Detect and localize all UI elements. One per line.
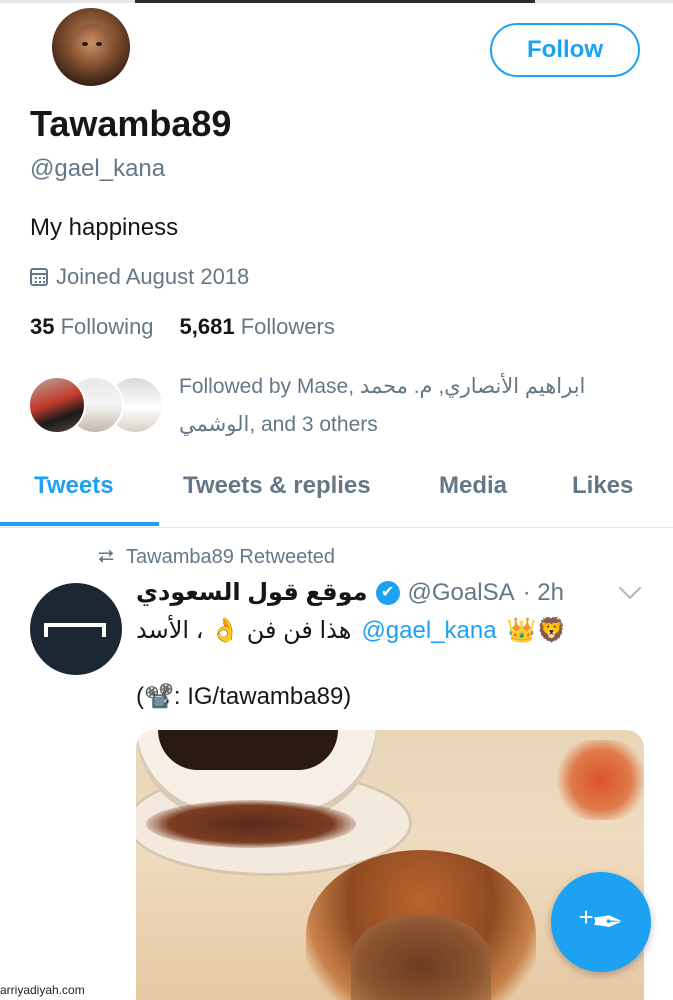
tab-likes[interactable]: Likes [572,472,633,500]
tweet-time: · 2h [522,578,564,606]
following-link[interactable]: 35 Following [30,314,154,340]
quill-icon: ✒ [591,901,624,944]
followed-by[interactable]: Followed by Mase, ابراهيم الأنصاري, م. م… [28,368,648,438]
compose-tweet-button[interactable]: + ✒ [551,872,651,972]
follow-stats: 35 Following 5,681 Followers [30,314,335,340]
active-tab-indicator [0,522,159,526]
display-name: Tawamba89 [30,103,232,144]
following-count: 35 [30,314,55,339]
followers-link[interactable]: 5,681 Followers [180,314,335,340]
watermark: arriyadiyah.com [0,983,85,997]
tweet-text-line2: (📽️: IG/tawamba89) [136,683,352,710]
tweet-author-avatar[interactable] [30,583,122,675]
header-banner [0,0,673,3]
profile-avatar[interactable] [50,6,132,88]
retweet-label: Tawamba89 Retweeted [126,546,336,568]
tab-media[interactable]: Media [439,472,507,500]
follow-button[interactable]: Follow [490,23,640,77]
joined-text: Joined August 2018 [56,264,250,289]
user-handle: @gael_kana [30,155,166,182]
following-label: Following [60,314,154,339]
profile-tabs: Tweets Tweets & replies Media Likes [0,462,673,528]
calendar-icon [30,268,48,286]
chevron-down-icon[interactable] [618,576,642,600]
profile-bio: My happiness [30,214,179,241]
tweet-emojis: 👑🦁 [506,617,567,644]
retweet-context: ⮂ Tawamba89 Retweeted [98,546,335,569]
goal-logo-icon [44,623,106,637]
tweet-mention[interactable]: @gael_kana [361,617,496,645]
retweet-icon: ⮂ [98,546,114,568]
tweet-arabic-text: هذا فن فن 👌 ، الأسد [136,617,352,644]
verified-badge-icon: ✔ [375,580,400,605]
followers-label: Followers [240,314,335,339]
joined-date: Joined August 2018 [30,264,249,290]
tab-tweets-replies[interactable]: Tweets & replies [183,472,371,500]
tweet-header: موقع قول السعودي ✔ @GoalSA · 2h [136,578,564,607]
tweet-text-line1: 👑🦁 @gael_kana هذا فن فن 👌 ، الأسد [136,616,566,645]
tweet-author-name[interactable]: موقع قول السعودي [136,578,368,607]
followed-by-text: Followed by Mase, ابراهيم الأنصاري, م. م… [179,375,586,436]
followers-count: 5,681 [179,314,235,339]
tab-tweets[interactable]: Tweets [34,472,114,500]
tweet-author-handle[interactable]: @GoalSA [408,579,515,607]
follower-avatar [28,376,86,434]
